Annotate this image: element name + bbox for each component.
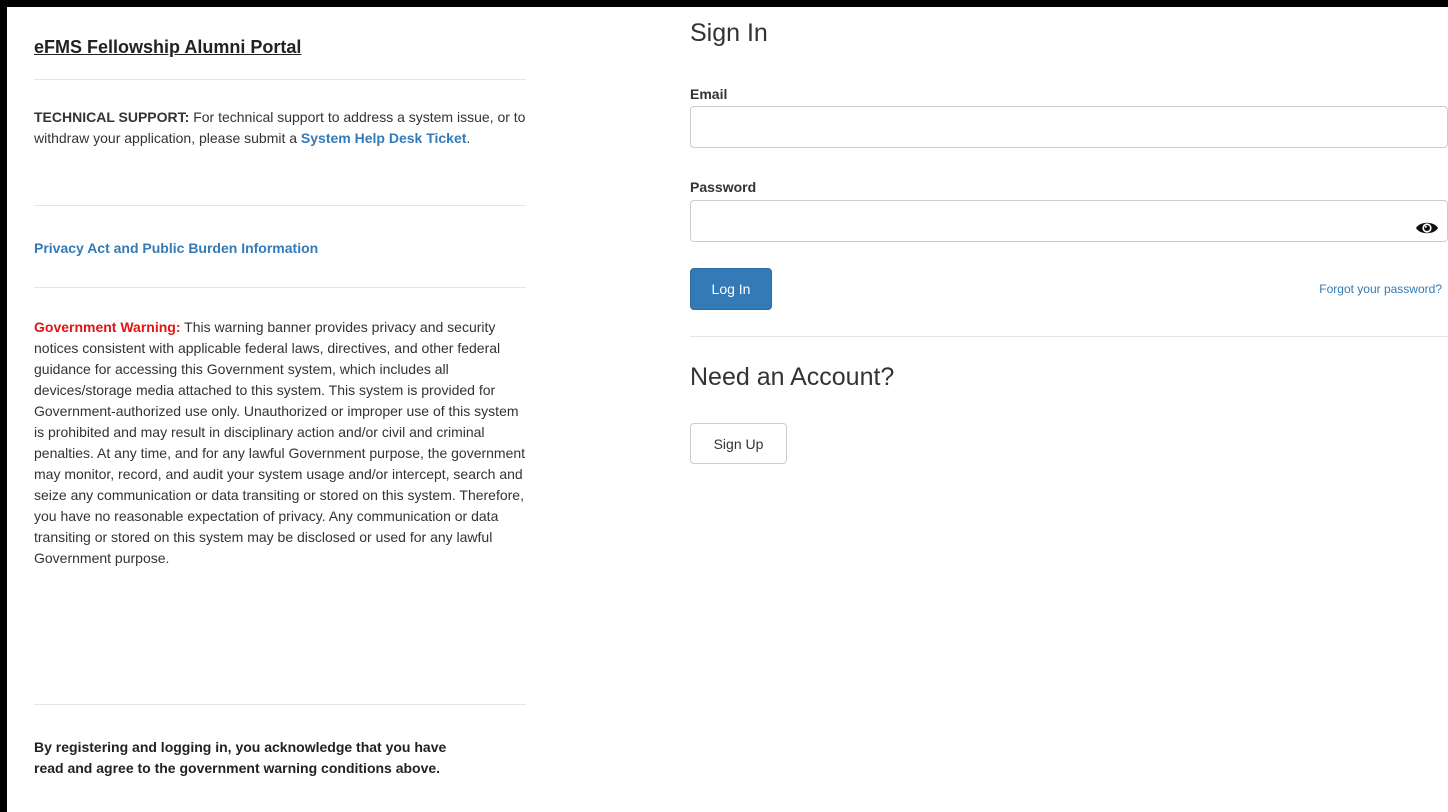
government-warning: Government Warning: This warning banner … bbox=[34, 317, 526, 569]
divider bbox=[34, 704, 526, 705]
email-field[interactable] bbox=[690, 106, 1448, 148]
divider bbox=[34, 287, 526, 288]
need-account-heading: Need an Account? bbox=[690, 363, 895, 391]
government-warning-text: This warning banner provides privacy and… bbox=[34, 319, 526, 566]
portal-title: eFMS Fellowship Alumni Portal bbox=[34, 37, 302, 57]
page-frame: eFMS Fellowship Alumni Portal TECHNICAL … bbox=[0, 0, 1448, 812]
help-desk-ticket-link[interactable]: System Help Desk Ticket bbox=[301, 130, 467, 146]
forgot-password-link[interactable]: Forgot your password? bbox=[1319, 282, 1442, 296]
password-field[interactable] bbox=[690, 200, 1448, 242]
technical-support-label: TECHNICAL SUPPORT: bbox=[34, 109, 190, 125]
login-button[interactable]: Log In bbox=[690, 268, 772, 310]
privacy-act-link[interactable]: Privacy Act and Public Burden Informatio… bbox=[34, 240, 318, 256]
eye-icon[interactable] bbox=[1414, 218, 1440, 238]
technical-support-notice: TECHNICAL SUPPORT: For technical support… bbox=[34, 107, 526, 149]
email-label: Email bbox=[690, 86, 728, 102]
signin-heading: Sign In bbox=[690, 19, 768, 47]
eye-icon-graphic bbox=[1416, 222, 1438, 234]
divider bbox=[34, 205, 526, 206]
acknowledgement-text: By registering and logging in, you ackno… bbox=[34, 739, 447, 776]
divider bbox=[34, 79, 526, 80]
technical-support-end: . bbox=[466, 130, 471, 146]
divider bbox=[690, 336, 1448, 337]
signup-button[interactable]: Sign Up bbox=[690, 423, 787, 464]
privacy-section: Privacy Act and Public Burden Informatio… bbox=[34, 238, 526, 259]
password-label: Password bbox=[690, 179, 757, 195]
government-warning-label: Government Warning: bbox=[34, 319, 181, 335]
